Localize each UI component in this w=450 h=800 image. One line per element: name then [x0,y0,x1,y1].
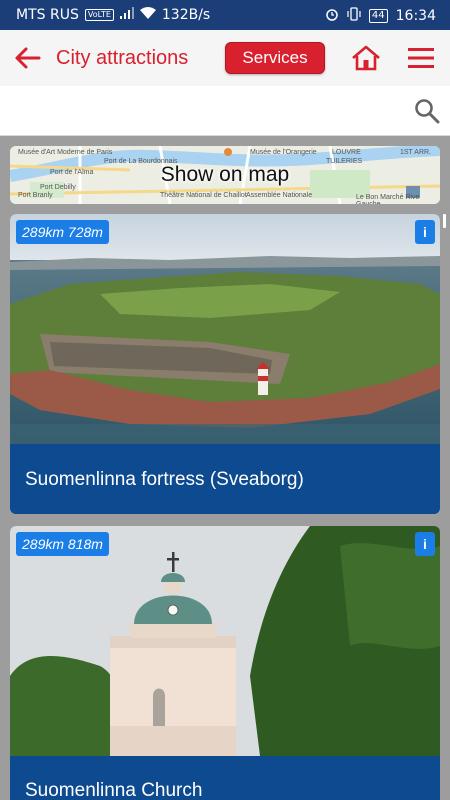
network-speed: 132B/s [161,7,211,23]
distance-badge: 289km 818m [16,532,109,556]
app-bar: City attractions Services [0,30,450,86]
status-left: MTS RUS VoLTE 132B/s [16,7,210,23]
hamburger-icon [408,48,434,68]
show-on-map-button[interactable]: Musée d'Art Moderne de Paris Port de l'A… [10,146,440,204]
attraction-card[interactable]: 289km 728m i Suomenlinna fortress (Sveab… [10,214,440,514]
distance-badge: 289km 728m [16,220,109,244]
status-bar: MTS RUS VoLTE 132B/s 44 16:34 [0,0,450,30]
info-button[interactable]: i [415,220,435,244]
volte-badge: VoLTE [84,9,114,21]
attraction-title: Suomenlinna Church [25,780,203,800]
scrollbar-thumb[interactable] [443,214,446,228]
status-right: 44 16:34 [325,7,436,25]
attraction-photo [10,526,440,756]
services-button[interactable]: Services [225,42,325,74]
home-icon [352,45,380,71]
search-input[interactable] [12,96,402,126]
attraction-card[interactable]: 289km 818m i Suomenlinna Church [10,526,440,800]
search-bar [0,86,450,136]
arrow-left-icon [15,47,41,69]
vibrate-icon [347,7,361,25]
search-icon[interactable] [414,98,440,124]
page-title: City attractions [56,47,189,69]
menu-button[interactable] [404,42,438,74]
signal-icon [119,7,134,23]
attraction-photo [10,214,440,444]
clock: 16:34 [395,8,436,24]
home-button[interactable] [348,42,384,74]
carrier-label: MTS RUS [16,7,79,23]
back-button[interactable] [10,42,44,74]
alarm-icon [325,7,339,25]
show-on-map-label: Show on map [160,163,290,186]
wifi-icon [139,7,156,23]
info-button[interactable]: i [415,532,435,556]
battery-icon: 44 [368,9,388,23]
attraction-title: Suomenlinna fortress (Sveaborg) [25,469,304,490]
